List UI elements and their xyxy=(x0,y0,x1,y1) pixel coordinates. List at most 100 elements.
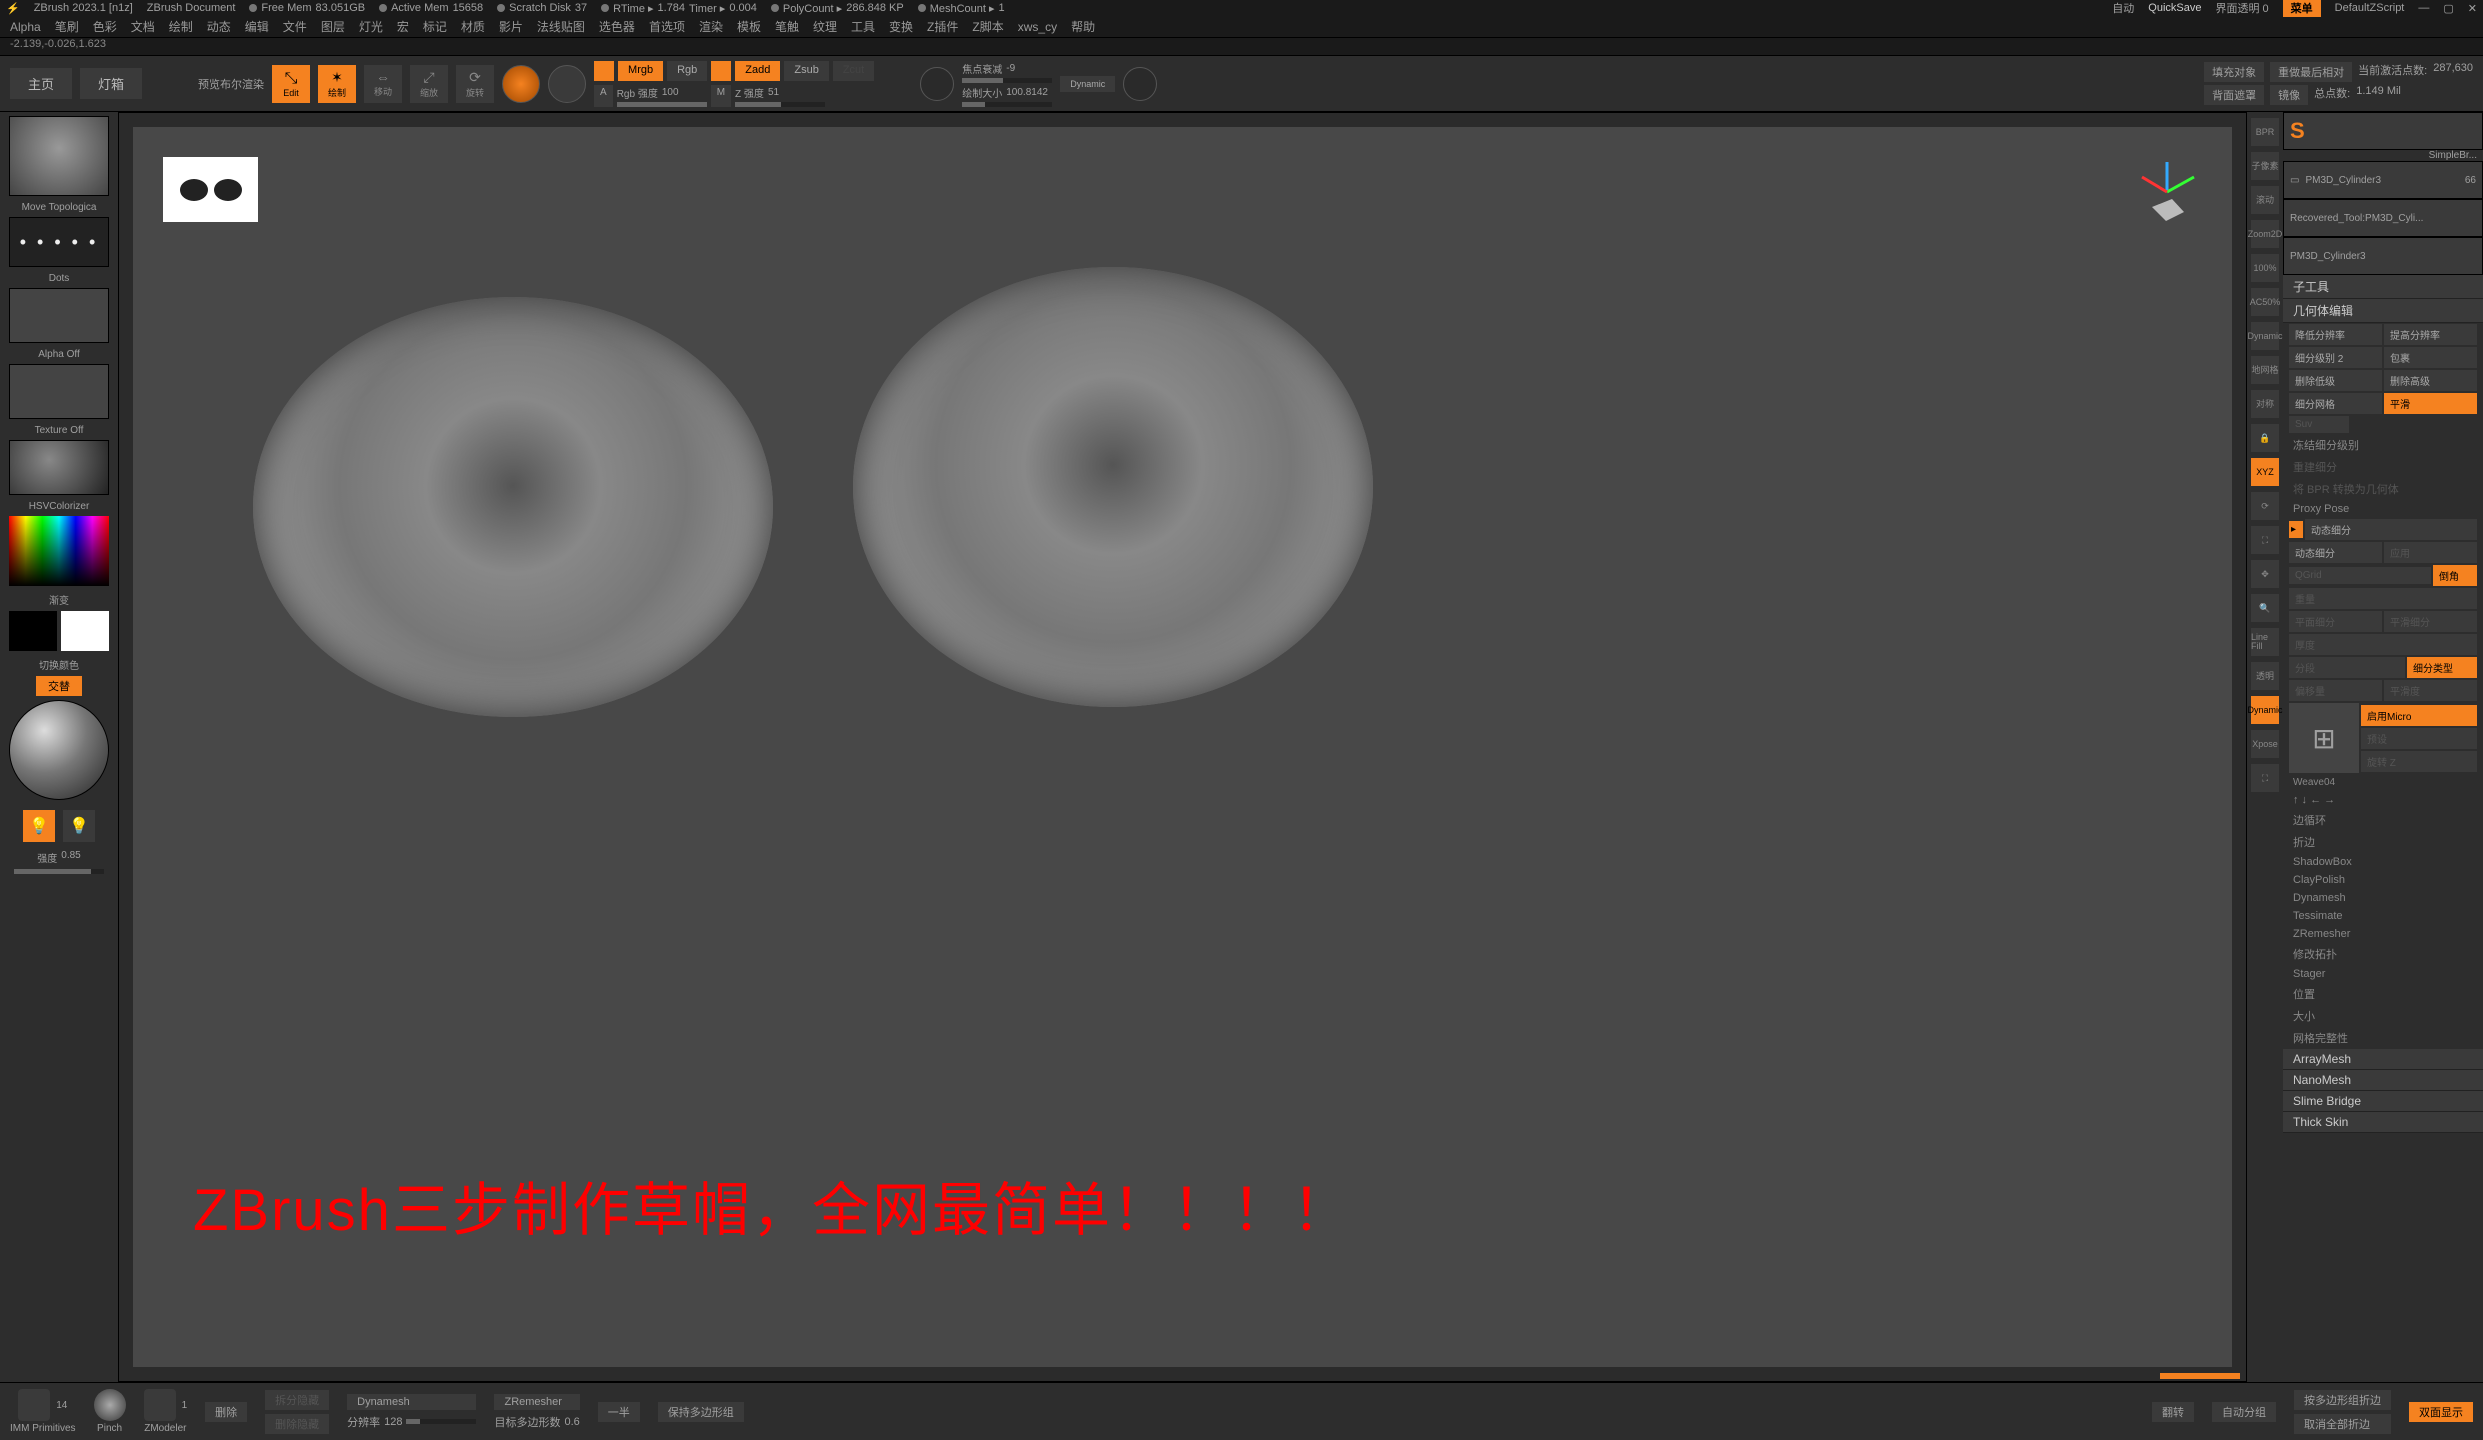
slimebridge-header[interactable]: Slime Bridge xyxy=(2283,1091,2483,1112)
segments-slider[interactable]: 分段 xyxy=(2289,657,2405,678)
dynamesh-button[interactable]: Dynamesh xyxy=(347,1394,476,1410)
focal-shift-slider[interactable]: 焦点衰减-9 绘制大小100.8142 xyxy=(962,61,1052,107)
alpha-thumb[interactable] xyxy=(9,288,109,343)
apply-button[interactable]: 应用 xyxy=(2384,542,2477,563)
menu-纹理[interactable]: 纹理 xyxy=(813,18,837,35)
menu-变换[interactable]: 变换 xyxy=(889,18,913,35)
exchange-button[interactable]: 交替 xyxy=(36,676,82,696)
sculptris-button[interactable] xyxy=(548,65,586,103)
zcut-button[interactable]: Zcut xyxy=(833,61,874,81)
gyro-button[interactable] xyxy=(502,65,540,103)
draw-mode-button[interactable]: ✶绘制 xyxy=(318,65,356,103)
enable-micro-button[interactable]: 启用Micro xyxy=(2361,705,2477,726)
menu-笔触[interactable]: 笔触 xyxy=(775,18,799,35)
tool-slot-2[interactable]: Recovered_Tool:PM3D_Cyli... xyxy=(2283,199,2483,237)
edgeloop-section[interactable]: 边循环 xyxy=(2283,809,2483,831)
menu-button[interactable]: 菜单 xyxy=(2283,0,2321,17)
draw-dial[interactable] xyxy=(1123,67,1157,101)
flip-button[interactable]: 翻转 xyxy=(2152,1402,2194,1422)
zoom2d-icon[interactable]: Zoom2D xyxy=(2251,220,2279,248)
arrow-controls[interactable]: ↑ ↓ ← → xyxy=(2283,791,2483,809)
zadd-button[interactable]: Zadd xyxy=(735,61,780,81)
frame-icon[interactable]: ⛶ xyxy=(2251,526,2279,554)
dynamic-toggle[interactable]: Dynamic xyxy=(1060,76,1115,92)
imm-primitives[interactable]: 14 IMM Primitives xyxy=(10,1389,76,1434)
minimize-icon[interactable]: — xyxy=(2418,2,2429,14)
shadowbox-section[interactable]: ShadowBox xyxy=(2283,853,2483,871)
zmodeler-brush[interactable]: 1 ZModeler xyxy=(144,1389,188,1434)
higher-res-button[interactable]: 提高分辨率 xyxy=(2384,324,2477,345)
menu-首选项[interactable]: 首选项 xyxy=(649,18,685,35)
tool-slot-3[interactable]: PM3D_Cylinder3 xyxy=(2283,237,2483,275)
intensity-slider[interactable] xyxy=(14,869,104,874)
dyn-sub-toggle[interactable]: ▸ xyxy=(2289,521,2303,538)
bpr-icon[interactable]: BPR xyxy=(2251,118,2279,146)
nanomesh-header[interactable]: NanoMesh xyxy=(2283,1070,2483,1091)
menu-动态[interactable]: 动态 xyxy=(207,18,231,35)
menu-z插件[interactable]: Z插件 xyxy=(927,18,958,35)
rotate-mode-button[interactable]: ⟳旋转 xyxy=(456,65,494,103)
divide-button[interactable]: 细分网格 xyxy=(2289,393,2382,414)
symm-icon[interactable]: 对称 xyxy=(2251,390,2279,418)
stroke-thumb[interactable]: • • • • • xyxy=(9,217,109,267)
hsvcolorizer-thumb[interactable] xyxy=(9,440,109,495)
menu-笔刷[interactable]: 笔刷 xyxy=(55,18,79,35)
menu-灯光[interactable]: 灯光 xyxy=(359,18,383,35)
primary-color-swatch[interactable] xyxy=(61,611,109,651)
linefill-icon[interactable]: Line Fill xyxy=(2251,628,2279,656)
menu-xws_cy[interactable]: xws_cy xyxy=(1018,20,1057,34)
bpr-to-geo-button[interactable]: 将 BPR 转换为几何体 xyxy=(2283,478,2483,500)
zsub-button[interactable]: Zsub xyxy=(784,61,828,81)
offset-slider[interactable]: 偏移量 xyxy=(2289,680,2382,701)
mrgb-button[interactable]: Mrgb xyxy=(618,61,663,81)
pinch-brush[interactable]: Pinch xyxy=(94,1389,126,1434)
secondary-color-swatch[interactable] xyxy=(9,611,57,651)
chamfer-button[interactable]: 倒角 xyxy=(2433,565,2477,586)
tessimate-section[interactable]: Tessimate xyxy=(2283,907,2483,925)
menu-绘制[interactable]: 绘制 xyxy=(169,18,193,35)
crease-pg-button[interactable]: 按多边形组折边 xyxy=(2294,1390,2391,1410)
smoothsub-slider[interactable]: 平滑细分 xyxy=(2384,611,2477,632)
actual-size-icon[interactable]: 100% xyxy=(2251,254,2279,282)
mesh-integrity-section[interactable]: 网格完整性 xyxy=(2283,1027,2483,1049)
z-intensity-slider[interactable]: Z 强度51 xyxy=(735,85,825,107)
half-size-icon[interactable]: AC50% xyxy=(2251,288,2279,316)
tab-lightbox[interactable]: 灯箱 xyxy=(80,68,142,99)
light-button[interactable]: 💡 xyxy=(23,810,55,842)
menu-文档[interactable]: 文档 xyxy=(131,18,155,35)
suv-button[interactable]: Suv xyxy=(2289,416,2349,433)
zremesher-section[interactable]: ZRemesher xyxy=(2283,925,2483,943)
weave-preset-thumb[interactable]: ⊞ xyxy=(2289,703,2359,773)
dyn-sub-button[interactable]: 动态细分 xyxy=(2289,542,2382,563)
menu-z脚本[interactable]: Z脚本 xyxy=(972,18,1003,35)
color-a-chip[interactable] xyxy=(594,61,614,81)
canvas[interactable]: ZBrush三步制作草帽，全网最简单！！！！ xyxy=(133,127,2232,1367)
transp-icon[interactable]: 透明 xyxy=(2251,662,2279,690)
menu-法线贴图[interactable]: 法线贴图 xyxy=(537,18,585,35)
arraymesh-header[interactable]: ArrayMesh xyxy=(2283,1049,2483,1070)
zoom-icon[interactable]: 🔍 xyxy=(2251,594,2279,622)
edit-mode-button[interactable]: ⤡Edit xyxy=(272,65,310,103)
menu-编辑[interactable]: 编辑 xyxy=(245,18,269,35)
color-m-chip[interactable] xyxy=(711,61,731,81)
menu-色彩[interactable]: 色彩 xyxy=(93,18,117,35)
flatsub-slider[interactable]: 平面细分 xyxy=(2289,611,2382,632)
redo-last-button[interactable]: 重做最后相对 xyxy=(2270,62,2352,82)
split-hidden-button[interactable]: 拆分隐藏 xyxy=(265,1390,329,1410)
rgb-button[interactable]: Rgb xyxy=(667,61,707,81)
preview-bool-render[interactable]: 预览布尔渲染 xyxy=(198,76,264,92)
history-scrubber[interactable] xyxy=(2160,1373,2240,1379)
menu-标记[interactable]: 标记 xyxy=(423,18,447,35)
claypolish-section[interactable]: ClayPolish xyxy=(2283,871,2483,889)
rotate-z-slider[interactable]: 旋转 Z xyxy=(2361,751,2477,772)
axis-gizmo-icon[interactable] xyxy=(2132,157,2202,227)
dynamic-sub-icon[interactable]: Dynamic xyxy=(2251,696,2279,724)
xyz-icon[interactable]: XYZ xyxy=(2251,458,2279,486)
isolate-icon[interactable]: ⛶ xyxy=(2251,764,2279,792)
reference-thumb[interactable] xyxy=(163,157,258,222)
mirror-button[interactable]: 镜像 xyxy=(2270,85,2308,105)
focal-dial[interactable] xyxy=(920,67,954,101)
scroll-icon[interactable]: 滚动 xyxy=(2251,186,2279,214)
stager-section[interactable]: Stager xyxy=(2283,965,2483,983)
menu-选色器[interactable]: 选色器 xyxy=(599,18,635,35)
